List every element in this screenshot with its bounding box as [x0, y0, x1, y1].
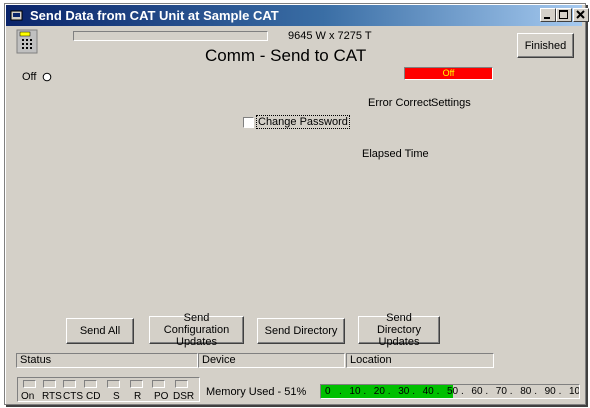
- led-label-po: PO: [154, 391, 169, 402]
- maximize-button[interactable]: [556, 8, 572, 22]
- memory-scale-dot: .: [387, 386, 391, 397]
- memory-scale-tick: 30: [398, 386, 410, 397]
- change-password-label[interactable]: Change Password: [256, 115, 350, 129]
- send-directory-updates-button[interactable]: Send Directory Updates: [358, 312, 440, 348]
- led-rts: [43, 380, 56, 388]
- led-label-s: S: [113, 391, 120, 402]
- dimensions-label: 9645 W x 7275 T: [288, 30, 372, 42]
- status-field: Status: [16, 353, 198, 368]
- app-icon: [10, 10, 23, 21]
- led-s: [107, 380, 120, 388]
- led-label-on: On: [21, 391, 35, 402]
- memory-scale-dot: .: [485, 386, 489, 397]
- memory-scale-dot: .: [412, 386, 415, 397]
- memory-scale-tick: 100: [569, 386, 580, 397]
- led-cd: [84, 380, 97, 388]
- memory-scale-tick: 60: [471, 386, 483, 397]
- led-cts: [63, 380, 76, 388]
- device-icon: [16, 29, 38, 54]
- led-label-cts: CTS: [63, 391, 83, 402]
- title-bar[interactable]: Send Data from CAT Unit at Sample CAT: [6, 5, 589, 26]
- minimize-icon: [544, 17, 550, 19]
- led-label-r: R: [134, 391, 142, 402]
- error-correct-label: Error Correct: [368, 97, 432, 109]
- memory-scale-tick: 50: [447, 386, 459, 397]
- transfer-progress-bar: [73, 31, 268, 41]
- minimize-button[interactable]: [540, 8, 556, 22]
- memory-scale: 0.10.20.30.40.50.60.70.80.90.100: [321, 385, 579, 398]
- memory-scale-tick: 40: [422, 386, 434, 397]
- location-field: Location: [346, 353, 494, 368]
- led-label-cd: CD: [86, 391, 101, 402]
- close-icon: [576, 10, 585, 19]
- change-password-checkbox[interactable]: [243, 117, 254, 128]
- page-title: Comm - Send to CAT: [205, 46, 367, 65]
- off-label: Off: [22, 71, 37, 83]
- memory-used-label: Memory Used - 51%: [206, 386, 307, 398]
- memory-scale-dot: .: [436, 386, 440, 397]
- led-r: [130, 380, 143, 388]
- memory-scale-tick: 20: [373, 386, 385, 397]
- memory-scale-dot: .: [509, 386, 513, 397]
- memory-scale-dot: .: [363, 386, 367, 397]
- elapsed-time-label: Elapsed Time: [362, 148, 429, 160]
- led-label-rts: RTS: [42, 391, 62, 402]
- memory-used-meter: 0.10.20.30.40.50.60.70.80.90.100: [320, 384, 580, 399]
- led-dsr: [175, 380, 188, 388]
- device-field: Device: [198, 353, 345, 368]
- memory-scale-tick: 80: [520, 386, 532, 397]
- memory-scale-dot: .: [558, 386, 562, 397]
- memory-scale-tick: 10: [349, 386, 361, 397]
- connection-status-indicator: Off: [404, 67, 493, 80]
- send-all-button[interactable]: Send All: [66, 318, 134, 344]
- settings-label: Settings: [431, 97, 471, 109]
- led-on: [23, 380, 36, 388]
- memory-scale-dot: .: [461, 386, 464, 397]
- close-button[interactable]: [573, 8, 589, 22]
- off-radio[interactable]: [42, 72, 52, 82]
- led-po: [152, 380, 165, 388]
- maximize-icon: [559, 10, 568, 19]
- memory-scale-tick: 0: [325, 386, 331, 397]
- window-title: Send Data from CAT Unit at Sample CAT: [30, 8, 279, 23]
- memory-scale-dot: .: [534, 386, 537, 397]
- memory-scale-tick: 70: [495, 386, 507, 397]
- finished-button[interactable]: Finished: [517, 33, 574, 58]
- memory-scale-dot: .: [339, 386, 342, 397]
- led-label-dsr: DSR: [173, 391, 195, 402]
- memory-scale-tick: 90: [544, 386, 556, 397]
- send-configuration-updates-button[interactable]: Send Configuration Updates: [149, 312, 244, 348]
- send-directory-button[interactable]: Send Directory: [257, 318, 345, 344]
